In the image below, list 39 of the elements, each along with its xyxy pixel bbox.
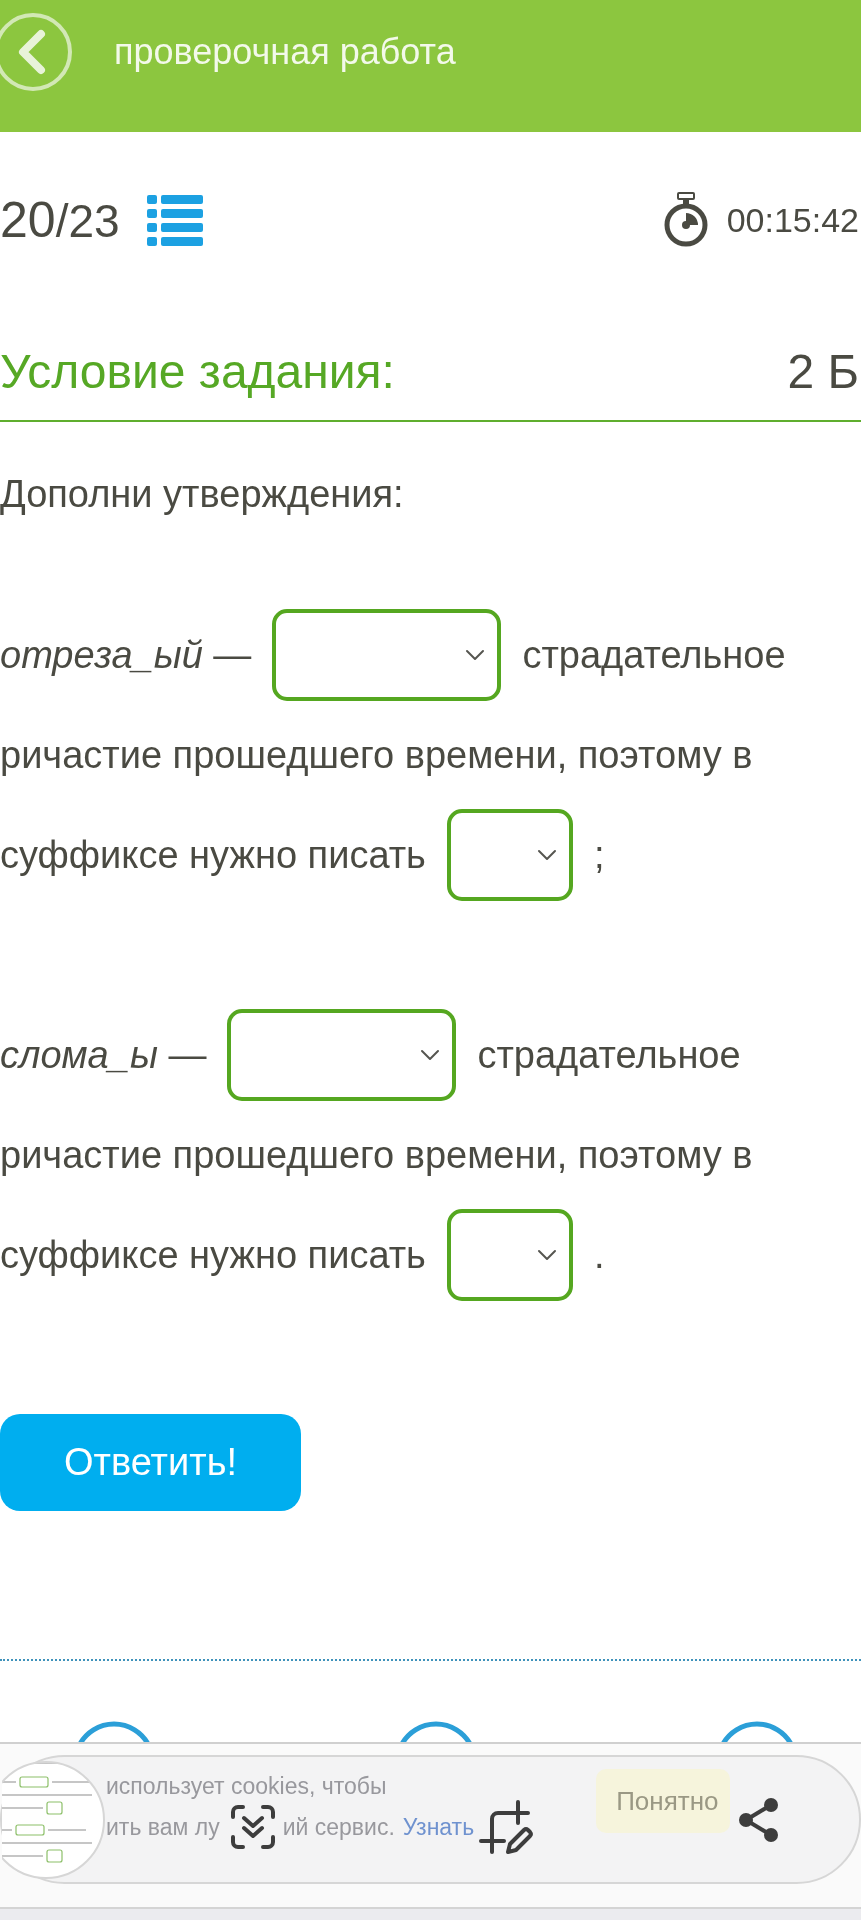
statement-text: отреза_ый — — [0, 633, 252, 678]
answer-dropdown[interactable] — [446, 1209, 573, 1301]
answer-dropdown[interactable] — [227, 1009, 457, 1101]
back-button[interactable] — [0, 11, 72, 93]
cookie-notice-text: ий сервис. — [282, 1813, 395, 1842]
statement-text: . — [593, 1233, 605, 1278]
statement-text: слома_ы — — [0, 1033, 207, 1078]
statement-text: страдательное — [477, 1033, 741, 1078]
statement-text: ричастие прошедшего времени, поэтому в — [0, 1133, 753, 1178]
page-title: проверочная работа — [114, 30, 456, 74]
statement-text: страдательное — [522, 633, 786, 678]
cookie-notice-text: использует cookies, чтобы — [106, 1772, 388, 1801]
learn-more-link[interactable]: Узнать — [402, 1812, 475, 1842]
question-number: 20 — [0, 192, 56, 248]
share-icon[interactable] — [738, 1796, 781, 1843]
cookie-notice-text: ить вам лу — [106, 1813, 220, 1842]
submit-button[interactable]: Ответить! — [0, 1414, 301, 1511]
screenshot-thumbnail-drawing[interactable] — [2, 1758, 106, 1881]
task-heading: Условие задания: — [0, 344, 395, 400]
points-text: 2 Б — [787, 344, 859, 400]
stopwatch-icon — [662, 192, 709, 248]
accept-button[interactable]: Понятно — [596, 1769, 731, 1833]
question-total: /23 — [55, 195, 120, 247]
crop-pencil-icon[interactable] — [478, 1799, 535, 1855]
list-icon[interactable] — [146, 194, 203, 246]
statement-text: суффиксе нужно писать — [0, 833, 426, 878]
statement-text: ричастие прошедшего времени, поэтому в — [0, 733, 753, 778]
timer-text: 00:15:42 — [726, 200, 859, 240]
chevron-down-icon — [536, 1249, 557, 1261]
instruction-text: Дополни утверждения: — [0, 472, 405, 517]
answer-dropdown[interactable] — [446, 809, 573, 901]
chevrons-down-frame-icon[interactable] — [228, 1803, 277, 1851]
chevron-down-icon — [536, 849, 557, 861]
statement-text: суффиксе нужно писать — [0, 1233, 426, 1278]
answer-dropdown[interactable] — [272, 609, 502, 701]
chevron-down-icon — [420, 1049, 441, 1061]
chevron-down-icon — [465, 649, 486, 661]
statement-text: ; — [593, 833, 605, 878]
back-icon — [0, 11, 72, 93]
